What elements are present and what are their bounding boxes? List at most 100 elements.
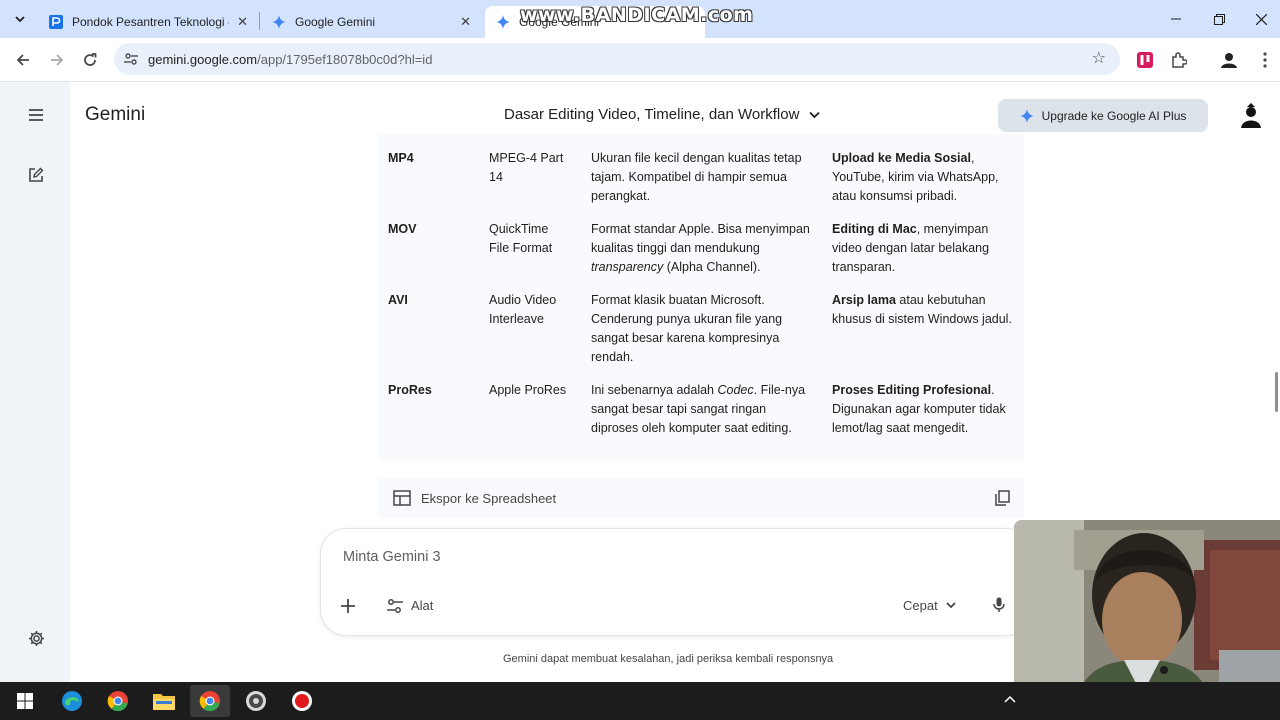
extension-tasks-icon[interactable] xyxy=(1132,47,1158,73)
page-scrollbar[interactable] xyxy=(1275,372,1278,412)
tab-title: Pondok Pesantren Teknologi - A xyxy=(72,15,230,29)
bold-text: Editing di Mac xyxy=(832,222,917,236)
taskbar-file-explorer[interactable] xyxy=(144,685,184,717)
settings-button[interactable] xyxy=(21,623,51,653)
mode-label: Cepat xyxy=(903,598,938,613)
microphone-button[interactable] xyxy=(993,597,1005,618)
address-bar[interactable]: gemini.google.com/app/1795ef18078b0c0d?h… xyxy=(114,43,1120,75)
text-segment: Format standar Apple. Bisa menyimpan kua… xyxy=(591,222,810,255)
text-segment: Format klasik buatan Microsoft. Cenderun… xyxy=(591,293,783,364)
hamburger-menu-icon xyxy=(29,109,43,121)
cell-name: Audio Video Interleave xyxy=(489,293,557,326)
arrow-right-icon xyxy=(51,54,64,66)
profile-avatar-icon[interactable] xyxy=(1216,47,1242,73)
back-button[interactable] xyxy=(9,46,37,74)
cell-description: Ukuran file kecil dengan kualitas tetap … xyxy=(581,134,822,220)
table-row: AVI Audio Video Interleave Format klasik… xyxy=(378,291,1024,381)
add-attachment-button[interactable] xyxy=(341,595,355,617)
chat-title-text: Dasar Editing Video, Timeline, dan Workf… xyxy=(504,106,800,123)
gemini-spark-icon xyxy=(1019,108,1034,123)
tune-icon xyxy=(387,598,403,613)
disclaimer-text: Gemini dapat membuat kesalahan, jadi per… xyxy=(503,653,834,665)
taskbar-chrome[interactable] xyxy=(98,685,138,717)
taskbar-edge[interactable] xyxy=(52,685,92,717)
cell-name: MPEG-4 Part 14 xyxy=(489,151,564,184)
app-emblem-icon xyxy=(246,691,266,711)
bold-text: Upload ke Media Sosial xyxy=(832,151,971,165)
edge-browser-icon xyxy=(62,691,82,711)
chat-title-dropdown[interactable]: Dasar Editing Video, Timeline, dan Workf… xyxy=(504,106,821,123)
table-footer: Ekspor ke Spreadsheet xyxy=(378,478,1024,518)
copy-table-button[interactable] xyxy=(995,490,1010,511)
window-close-button[interactable] xyxy=(1240,6,1280,32)
arrow-left-icon xyxy=(16,54,29,66)
upgrade-label: Upgrade ke Google AI Plus xyxy=(1041,108,1187,123)
prompt-input[interactable] xyxy=(343,549,943,565)
table-row: ProRes Apple ProRes Ini sebenarnya adala… xyxy=(378,381,1024,452)
cell-use-case: Upload ke Media Sosial, YouTube, kirim v… xyxy=(822,134,1024,220)
tab-pondok[interactable]: Pondok Pesantren Teknologi - A ✕ xyxy=(38,6,258,38)
taskbar-bandicam[interactable] xyxy=(282,685,322,717)
prompt-box: Alat Cepat xyxy=(320,528,1032,636)
bookmark-star-icon[interactable]: ☆ xyxy=(1092,48,1106,68)
tools-button[interactable]: Alat xyxy=(387,598,433,613)
account-avatar[interactable] xyxy=(1237,102,1265,130)
tray-expand-icon[interactable] xyxy=(1004,692,1016,706)
start-button[interactable] xyxy=(5,685,45,717)
windows-taskbar xyxy=(0,682,1280,720)
tab-separator xyxy=(259,12,260,30)
format-table-container: MP4 MPEG-4 Part 14 Ukuran file kecil den… xyxy=(378,134,1024,460)
microphone-icon xyxy=(993,597,1005,612)
table-row: MP4 MPEG-4 Part 14 Ukuran file kecil den… xyxy=(378,134,1024,220)
cell-use-case: Proses Editing Profesional. Digunakan ag… xyxy=(822,381,1024,452)
browser-toolbar: gemini.google.com/app/1795ef18078b0c0d?h… xyxy=(0,38,1280,82)
record-icon xyxy=(292,691,312,711)
app-brand[interactable]: Gemini xyxy=(85,104,145,126)
pondok-site-icon xyxy=(48,14,64,30)
export-spreadsheet-button[interactable]: Ekspor ke Spreadsheet xyxy=(393,490,556,506)
text-segment: (Alpha Channel). xyxy=(663,260,761,274)
restore-button[interactable] xyxy=(1198,6,1240,32)
forward-button[interactable] xyxy=(43,46,71,74)
tab-search-button[interactable] xyxy=(8,7,32,31)
copy-icon xyxy=(995,490,1010,506)
taskbar-app-circle[interactable] xyxy=(236,685,276,717)
close-icon[interactable]: ✕ xyxy=(237,14,248,30)
italic-text: transparency xyxy=(591,260,664,274)
cell-format: MOV xyxy=(388,222,417,236)
export-label: Ekspor ke Spreadsheet xyxy=(421,490,557,506)
close-icon xyxy=(1255,13,1267,25)
browser-menu-icon[interactable] xyxy=(1252,47,1278,73)
upgrade-button[interactable]: Upgrade ke Google AI Plus xyxy=(998,99,1208,132)
tab-gemini[interactable]: Google Gemini ✕ xyxy=(261,6,481,38)
taskbar-chrome-active[interactable] xyxy=(190,685,230,717)
reload-button[interactable] xyxy=(76,46,104,74)
sidebar xyxy=(0,82,70,682)
restore-icon xyxy=(1213,13,1225,25)
site-info-icon[interactable] xyxy=(114,53,148,65)
browser-tab-strip: Pondok Pesantren Teknologi - A ✕ Google … xyxy=(0,0,1280,38)
minimize-icon xyxy=(1171,18,1181,20)
cell-description: Format standar Apple. Bisa menyimpan kua… xyxy=(581,220,822,291)
cell-description: Ini sebenarnya adalah Codec. File-nya sa… xyxy=(581,381,822,452)
cell-use-case: Editing di Mac, menyimpan video dengan l… xyxy=(822,220,1024,291)
model-mode-dropdown[interactable]: Cepat xyxy=(903,598,956,613)
close-icon[interactable]: ✕ xyxy=(460,14,471,30)
bold-text: Arsip lama xyxy=(832,293,896,307)
minimize-button[interactable] xyxy=(1155,6,1197,32)
table-body: MP4 MPEG-4 Part 14 Ukuran file kecil den… xyxy=(378,134,1024,452)
new-chat-button[interactable] xyxy=(21,160,51,190)
url-host: gemini.google.com xyxy=(148,51,258,67)
table-grid-icon xyxy=(393,490,411,506)
chrome-browser-icon xyxy=(199,691,220,712)
cell-use-case: Arsip lama atau kebutuhan khusus di sist… xyxy=(822,291,1024,381)
cell-format: ProRes xyxy=(388,383,432,397)
text-segment: Ukuran file kecil dengan kualitas tetap … xyxy=(591,151,802,203)
tools-label: Alat xyxy=(411,598,434,613)
extensions-puzzle-icon[interactable] xyxy=(1166,47,1192,73)
edit-square-icon xyxy=(29,167,44,182)
chrome-browser-icon xyxy=(107,691,128,712)
main-menu-button[interactable] xyxy=(21,100,51,130)
chevron-down-icon xyxy=(809,111,821,118)
table-row: MOV QuickTime File Format Format standar… xyxy=(378,220,1024,291)
